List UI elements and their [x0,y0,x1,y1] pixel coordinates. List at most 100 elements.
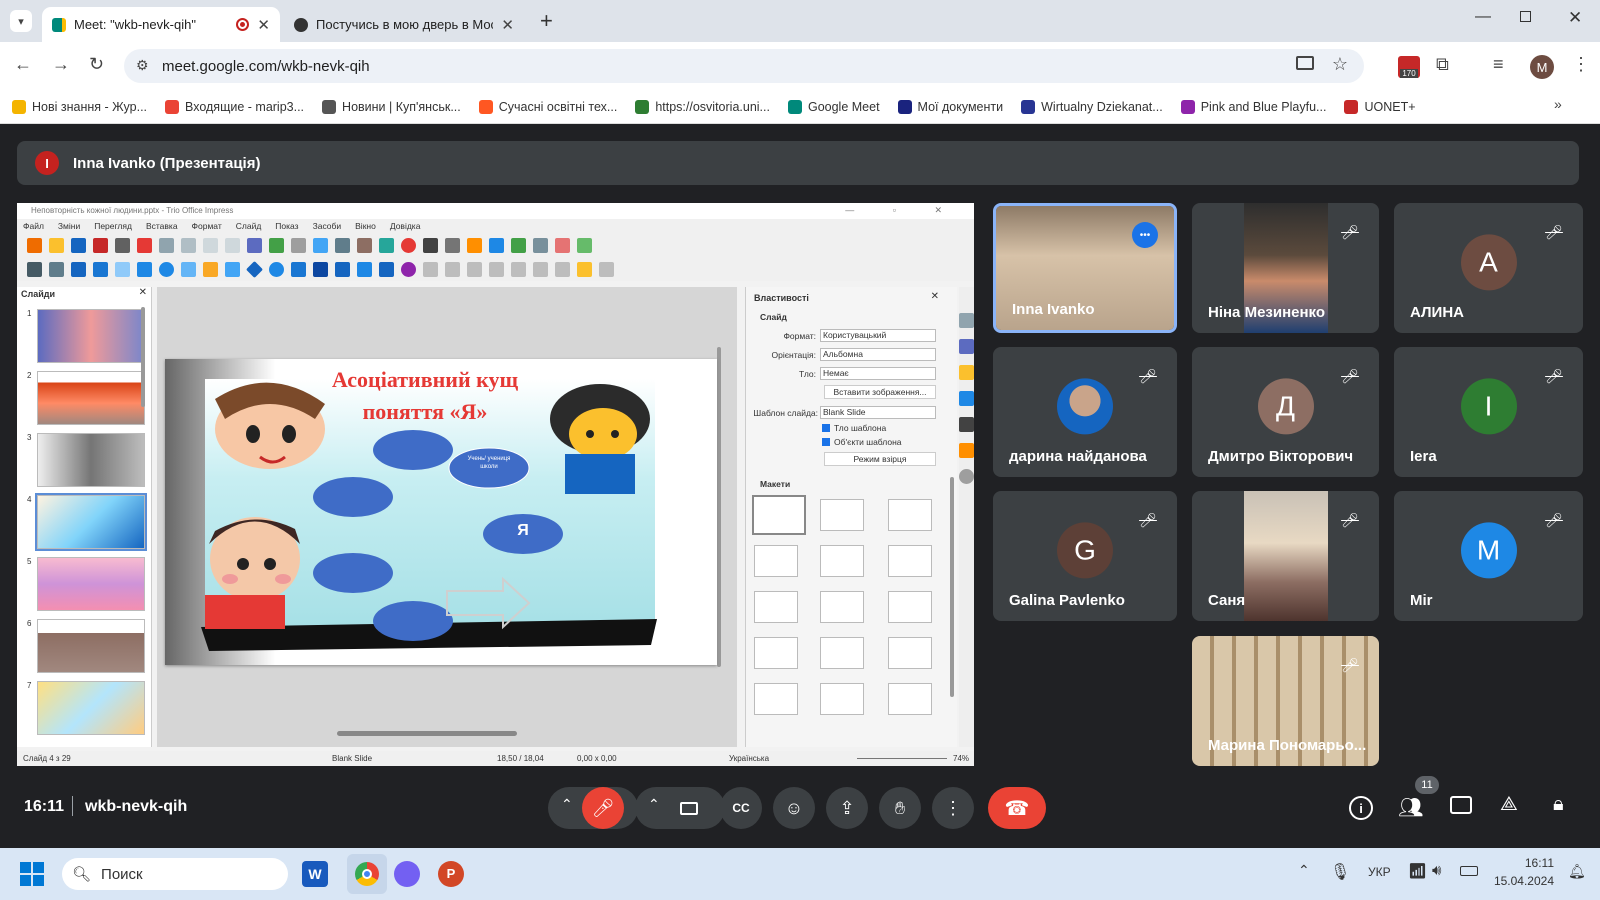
bookmark-item[interactable]: Google Meet [787,99,880,114]
spellcheck-icon[interactable] [269,237,284,253]
impress-menu-item[interactable]: Вставка [146,219,178,233]
navigator-deck-icon[interactable] [959,469,974,484]
more-options-button[interactable]: ⋮ [932,787,974,829]
special-char-icon[interactable] [445,237,460,253]
tab-meet[interactable]: Meet: "wkb-nevk-qih" ✕ [42,7,280,42]
chat-icon[interactable] [1450,796,1472,814]
impress-menu-item[interactable]: Зміни [58,219,80,233]
star-icon[interactable] [357,261,372,277]
shadow-icon[interactable] [489,261,504,277]
address-bar[interactable]: ⚙ meet.google.com/wkb-nevk-qih ☆ [124,49,1364,83]
slide-thumbnail[interactable] [37,557,145,611]
orientation-select[interactable]: Альбомна [820,348,936,361]
notifications-icon[interactable]: 🔔︎ [1568,863,1586,880]
forward-icon[interactable]: → [52,54,70,75]
redo-icon[interactable] [225,237,240,253]
slide-transition-deck-icon[interactable] [959,339,974,354]
participant-tile[interactable]: M Mir 🎤︎ [1394,491,1583,621]
master-view-button[interactable]: Режим взірця [824,452,936,466]
layout-option[interactable] [820,545,864,577]
impress-menu-item[interactable]: Слайд [236,219,262,233]
hyperlink-icon[interactable] [467,237,482,253]
impress-menu-item[interactable]: Показ [275,219,298,233]
basic-shapes-icon[interactable] [246,260,263,278]
keyboard-language[interactable]: УКР [1368,865,1391,879]
bookmark-item[interactable]: Новини | Куп'янськ... [322,99,461,114]
close-tab-icon[interactable]: ✕ [501,16,514,34]
slide-thumbnail-active[interactable] [35,493,147,551]
extension-calendar-icon[interactable]: 170 [1398,56,1420,78]
tab-video[interactable]: Постучись в мою дверь в Мос ✕ [284,7,524,42]
layout-option[interactable] [820,683,864,715]
audio-options-chevron-icon[interactable]: ⌃ [561,796,573,813]
word-app-icon[interactable]: W [302,861,328,887]
distribute-icon[interactable] [467,261,482,277]
bookmark-item[interactable]: Pink and Blue Playfu... [1180,99,1326,114]
insert-image-button[interactable]: Вставити зображення... [824,385,936,399]
clock-time[interactable]: 16:11 [1498,856,1554,870]
callout-icon[interactable] [335,261,350,277]
image-icon[interactable] [357,237,372,253]
transition-icon[interactable] [489,237,504,253]
properties-scrollbar[interactable] [950,477,954,697]
animation-deck-icon[interactable] [959,365,974,380]
master-objects-checkbox[interactable] [822,438,830,446]
slide-thumbnail[interactable] [37,681,145,735]
site-info-icon[interactable]: ⚙ [136,57,149,74]
rotate-icon[interactable] [401,261,416,277]
line-icon[interactable] [115,261,130,277]
layout-option[interactable] [888,545,932,577]
rectangle-icon[interactable] [137,261,152,277]
wifi-icon[interactable]: 📶︎ [1408,862,1427,880]
gallery-deck-icon[interactable] [959,443,974,458]
bookmark-item[interactable]: UONET+ [1344,99,1416,114]
impress-menu-item[interactable]: Перегляд [94,219,132,233]
raise-hand-button[interactable]: ✋︎ [879,787,921,829]
display-icon[interactable] [313,237,328,253]
undo-icon[interactable] [203,237,218,253]
minimize-icon[interactable]: — [1475,8,1491,26]
export-pdf-icon[interactable] [93,237,108,253]
bookmark-item[interactable]: Сучасні освітні тех... [478,99,617,114]
restore-icon[interactable] [1520,11,1531,22]
participant-tile[interactable]: Д Дмитро Вікторович 🎤︎ [1192,347,1379,477]
duplicate-slide-icon[interactable] [533,237,548,253]
video-options-chevron-icon[interactable]: ⌃ [648,796,660,813]
impress-menu-item[interactable]: Файл [23,219,44,233]
new-slide-icon[interactable] [511,237,526,253]
layout-option[interactable] [820,591,864,623]
chrome-app-icon[interactable] [347,854,387,894]
styles-deck-icon[interactable] [959,417,974,432]
participant-tile[interactable]: I Iera 🎤︎ [1394,347,1583,477]
format-select[interactable]: Користувацький [820,329,936,342]
block-arrows-icon[interactable] [291,261,306,277]
open-icon[interactable] [49,237,64,253]
present-button[interactable]: ⇪ [826,787,868,829]
layout-option[interactable] [754,545,798,577]
browser-menu-icon[interactable]: ⋮ [1572,54,1590,75]
table-icon[interactable] [335,237,350,253]
close-tab-icon[interactable]: ✕ [257,16,270,34]
slide-thumbnail[interactable] [37,371,145,425]
delete-slide-icon[interactable] [555,237,570,253]
bookmark-star-icon[interactable]: ☆ [1332,54,1348,75]
participant-tile[interactable]: G Galina Pavlenko 🎤︎ [993,491,1177,621]
slide-thumbnail[interactable] [37,309,145,363]
arrange-icon[interactable] [445,261,460,277]
camera-button[interactable] [668,787,710,829]
curve-icon[interactable] [203,261,218,277]
slides-panel-close-icon[interactable]: ✕ [139,287,147,298]
background-select[interactable]: Немає [820,367,936,380]
impress-menu-item[interactable]: Засоби [313,219,342,233]
slide-canvas[interactable]: Асоціативний кущ поняття «Я» Учень/ учен… [165,359,717,665]
new-doc-icon[interactable] [27,237,42,253]
paste-icon[interactable] [181,237,196,253]
volume-icon[interactable]: 🔊︎ [1432,862,1441,879]
bookmark-item[interactable]: https://osvitoria.uni... [635,99,770,114]
flowchart-icon[interactable] [313,261,328,277]
new-tab-icon[interactable]: + [540,8,553,34]
participant-tile[interactable]: А АЛИНА 🎤︎ [1394,203,1583,333]
layout-option[interactable] [888,637,932,669]
slides-scrollbar[interactable] [141,307,145,407]
grid-icon[interactable] [291,237,306,253]
